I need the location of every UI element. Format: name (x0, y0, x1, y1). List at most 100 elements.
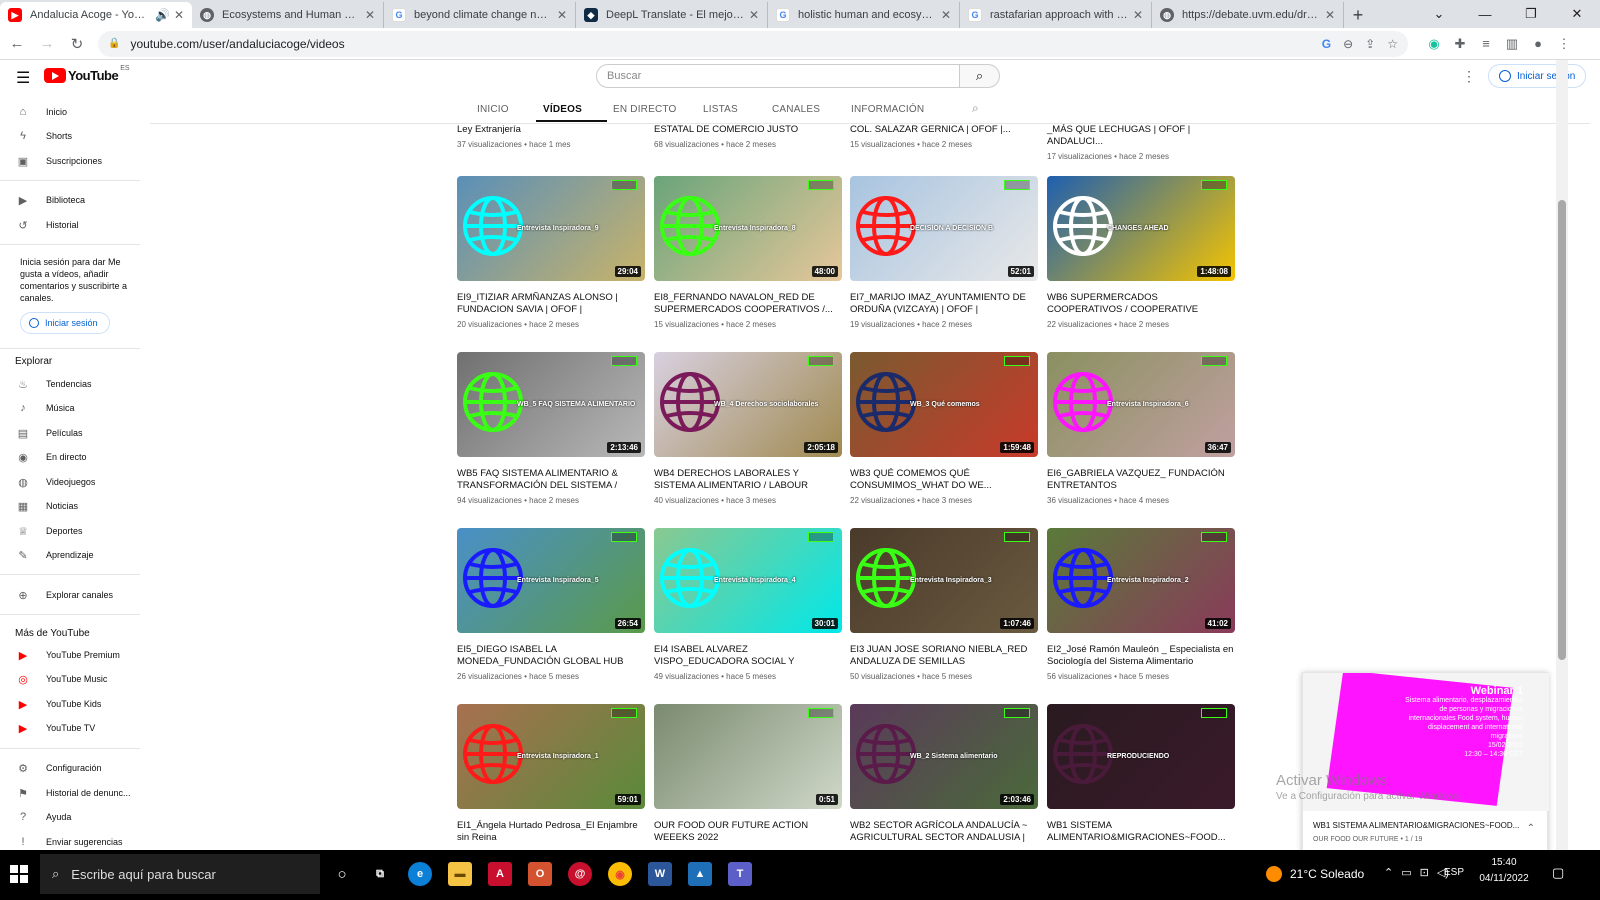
video-title[interactable]: WB3 QUÉ COMEMOS QUÉ CONSUMIMOS_WHAT DO W… (850, 468, 1038, 492)
sidebar-item-library[interactable]: ▶ Biblioteca (16, 190, 85, 210)
video-thumbnail[interactable]: DECISION A DECISION B 52:01 (850, 176, 1038, 281)
sidebar-item-learning[interactable]: ✎ Aprendizaje (16, 545, 93, 565)
video-title[interactable]: EI1_Ángela Hurtado Pedrosa_El Enjambre s… (457, 820, 645, 844)
sidebar-item-trending[interactable]: ♨ Tendencias (16, 374, 91, 394)
acrobat-icon[interactable]: A (488, 862, 512, 886)
video-card[interactable]: _MÁS QUE LECHUGAS | OFOF | ANDALUCI... 17… (1047, 124, 1235, 161)
input-language[interactable]: ESP (1444, 867, 1464, 878)
video-title[interactable]: EI8_FERNANDO NAVALON_RED DE SUPERMERCADO… (654, 292, 842, 316)
sidebar-signin-button[interactable]: Iniciar sesión (20, 312, 110, 334)
guide-menu-icon[interactable]: ☰ (16, 68, 30, 88)
video-title[interactable]: EI3 JUAN JOSE SORIANO NIEBLA_RED ANDALUZ… (850, 644, 1038, 668)
chrome-icon[interactable]: ◉ (608, 862, 632, 886)
extensions-puzzle-icon[interactable]: ✚ (1448, 32, 1472, 56)
video-title[interactable]: ESTATAL DE COMERCIO JUSTO (654, 124, 842, 136)
video-title[interactable]: WB2 SECTOR AGRÍCOLA ANDALUCÍA ~ AGRICULT… (850, 820, 1038, 844)
video-card[interactable]: WB_3 Qué comemos 1:59:48 WB3 QUÉ COMEMOS Q… (850, 352, 1038, 505)
video-title[interactable]: EI2_José Ramón Mauleón _ Especialista en… (1047, 644, 1235, 668)
video-title[interactable]: EI6_GABRIELA VAZQUEZ_ FUNDACIÓN ENTRETAN… (1047, 468, 1235, 492)
app-icon[interactable]: @ (568, 862, 592, 886)
sidebar-item-gaming[interactable]: ◍ Videojuegos (16, 472, 95, 492)
miniplayer-title[interactable]: WB1 SISTEMA ALIMENTARIO&MIGRACIONES~FOOD… (1313, 821, 1525, 830)
chevron-up-icon[interactable]: ⌃ (1527, 823, 1535, 834)
network-icon[interactable]: ⊡ (1420, 866, 1429, 879)
video-card[interactable]: DECISION A DECISION B 52:01 EI7_MARIJO IMA… (850, 176, 1038, 329)
video-card[interactable]: Ley Extranjería 37 visualizaciones • hace… (457, 124, 645, 149)
close-window-button[interactable]: ✕ (1554, 0, 1600, 28)
back-icon[interactable]: ← (4, 31, 30, 57)
close-tab-icon[interactable]: ✕ (557, 8, 567, 22)
video-title[interactable]: EI4 ISABEL ALVAREZ VISPO_EDUCADORA SOCIA… (654, 644, 842, 668)
signin-button[interactable]: Iniciar sesión (1488, 64, 1587, 88)
settings-menu-icon[interactable]: ⋮ (1462, 68, 1476, 85)
video-card[interactable]: Entrevista Inspiradora_9 29:04 EI9_ITIZIAR… (457, 176, 645, 329)
video-title[interactable]: WB5 FAQ SISTEMA ALIMENTARIO & TRANSFORMA… (457, 468, 645, 492)
video-thumbnail[interactable]: Entrevista Inspiradora_3 1:07:46 (850, 528, 1038, 633)
teams-icon[interactable]: T (728, 862, 752, 886)
channel-search-icon[interactable]: ⌕ (972, 101, 979, 116)
reload-icon[interactable]: ↻ (64, 31, 90, 57)
video-thumbnail[interactable]: WB_3 Qué comemos 1:59:48 (850, 352, 1038, 457)
browser-tab[interactable]: Grastafarian approach with nature ✕ (960, 2, 1152, 28)
weather-widget[interactable]: 21°C Soleado (1266, 866, 1364, 882)
sidebar-item-subscriptions[interactable]: ▣ Suscripciones (16, 151, 102, 171)
video-title[interactable]: OUR FOOD OUR FUTURE ACTION WEEEKS 2022 (654, 820, 842, 844)
task-view-icon[interactable]: ⧉ (368, 862, 392, 886)
edge-icon[interactable]: e (408, 862, 432, 886)
video-card[interactable]: Entrevista Inspiradora_8 48:00 EI8_FERNAND… (654, 176, 842, 329)
video-thumbnail[interactable]: Entrevista Inspiradora_2 41:02 (1047, 528, 1235, 633)
address-bar[interactable]: 🔒 youtube.com/user/andaluciacoge/videos … (98, 30, 1408, 57)
maximize-button[interactable]: ❐ (1508, 0, 1554, 28)
video-card[interactable]: Entrevista Inspiradora_6 36:47 EI6_GABRIEL… (1047, 352, 1235, 505)
video-thumbnail[interactable]: Entrevista Inspiradora_4 30:01 (654, 528, 842, 633)
tab-videos[interactable]: VÍDEOS (543, 104, 582, 115)
sidebar-item-youtube-premium[interactable]: ▶ YouTube Premium (16, 645, 120, 665)
close-tab-icon[interactable]: ✕ (1325, 8, 1335, 22)
battery-icon[interactable]: ▭ (1401, 866, 1411, 879)
chrome-menu-icon[interactable]: ⋮ (1552, 32, 1576, 56)
sidebar-item-sports[interactable]: ♕ Deportes (16, 521, 82, 541)
sidebar-item-help[interactable]: ? Ayuda (16, 807, 71, 827)
sidebar-item-home[interactable]: ⌂ Inicio (16, 102, 67, 122)
close-tab-icon[interactable]: ✕ (749, 8, 759, 22)
video-card[interactable]: Entrevista Inspiradora_5 26:54 EI5_DIEGO I… (457, 528, 645, 681)
search-button[interactable]: ⌕ (960, 64, 1000, 88)
photos-icon[interactable]: ▲ (688, 862, 712, 886)
sidebar-item-youtube-tv[interactable]: ▶ YouTube TV (16, 718, 95, 738)
youtube-logo[interactable]: YouTube ES (44, 65, 130, 83)
sidebar-item-movies[interactable]: ▤ Películas (16, 423, 83, 443)
video-thumbnail[interactable]: Entrevista Inspiradora_5 26:54 (457, 528, 645, 633)
tab-en-directo[interactable]: EN DIRECTO (613, 104, 677, 115)
share-icon[interactable]: ⇪ (1365, 37, 1375, 51)
tab-informacion[interactable]: INFORMACIÓN (851, 104, 924, 115)
browser-tab[interactable]: Gholistic human and ecosystem ✕ (768, 2, 960, 28)
new-tab-button[interactable]: + (1344, 2, 1372, 28)
video-title[interactable]: EI7_MARIJO IMAZ_AYUNTAMIENTO DE ORDUÑA (… (850, 292, 1038, 316)
sidebar-item-shorts[interactable]: ϟ Shorts (16, 126, 72, 146)
browser-tab[interactable]: ▶ Andalucia Acoge - YouTube 🔊 ✕ (0, 2, 192, 28)
close-tab-icon[interactable]: ✕ (941, 8, 951, 22)
video-thumbnail[interactable]: Entrevista Inspiradora_1 59:01 (457, 704, 645, 809)
video-thumbnail[interactable]: CHANGES AHEAD 1:48:08 (1047, 176, 1235, 281)
video-thumbnail[interactable]: Entrevista Inspiradora_8 48:00 (654, 176, 842, 281)
tab-canales[interactable]: CANALES (772, 104, 820, 115)
browser-tab[interactable]: ◍ https://debate.uvm.edu/dreadlib ✕ (1152, 2, 1344, 28)
sidebar-item-youtube-music[interactable]: ◎ YouTube Music (16, 669, 107, 689)
video-card[interactable]: COL. SALAZAR GERNICA | OFOF |... 15 visua… (850, 124, 1038, 149)
taskbar-search-box[interactable]: ⌕ Escribe aquí para buscar (40, 854, 320, 894)
sidebar-item-live[interactable]: ◉ En directo (16, 447, 86, 467)
cortana-icon[interactable]: ○ (330, 862, 354, 886)
forward-icon[interactable]: → (34, 31, 60, 57)
video-title[interactable]: EI5_DIEGO ISABEL LA MONEDA_FUNDACIÓN GLO… (457, 644, 645, 668)
video-title[interactable]: WB6 SUPERMERCADOS COOPERATIVOS / COOPERA… (1047, 292, 1235, 316)
outlook-icon[interactable]: O (528, 862, 552, 886)
windows-start-icon[interactable] (10, 865, 28, 883)
miniplayer[interactable]: Webinar 1 Sistema alimentario, desplazam… (1302, 672, 1549, 852)
video-card[interactable]: ESTATAL DE COMERCIO JUSTO 68 visualizacio… (654, 124, 842, 149)
sidebar-item-settings[interactable]: ⚙ Configuración (16, 758, 101, 778)
search-input[interactable]: Buscar (596, 64, 960, 88)
tab-inicio[interactable]: INICIO (477, 104, 509, 115)
close-tab-icon[interactable]: ✕ (174, 8, 184, 22)
video-card[interactable]: CHANGES AHEAD 1:48:08 WB6 SUPERMERCADOS CO… (1047, 176, 1235, 329)
video-card[interactable]: Entrevista Inspiradora_2 41:02 EI2_José Ra… (1047, 528, 1235, 681)
